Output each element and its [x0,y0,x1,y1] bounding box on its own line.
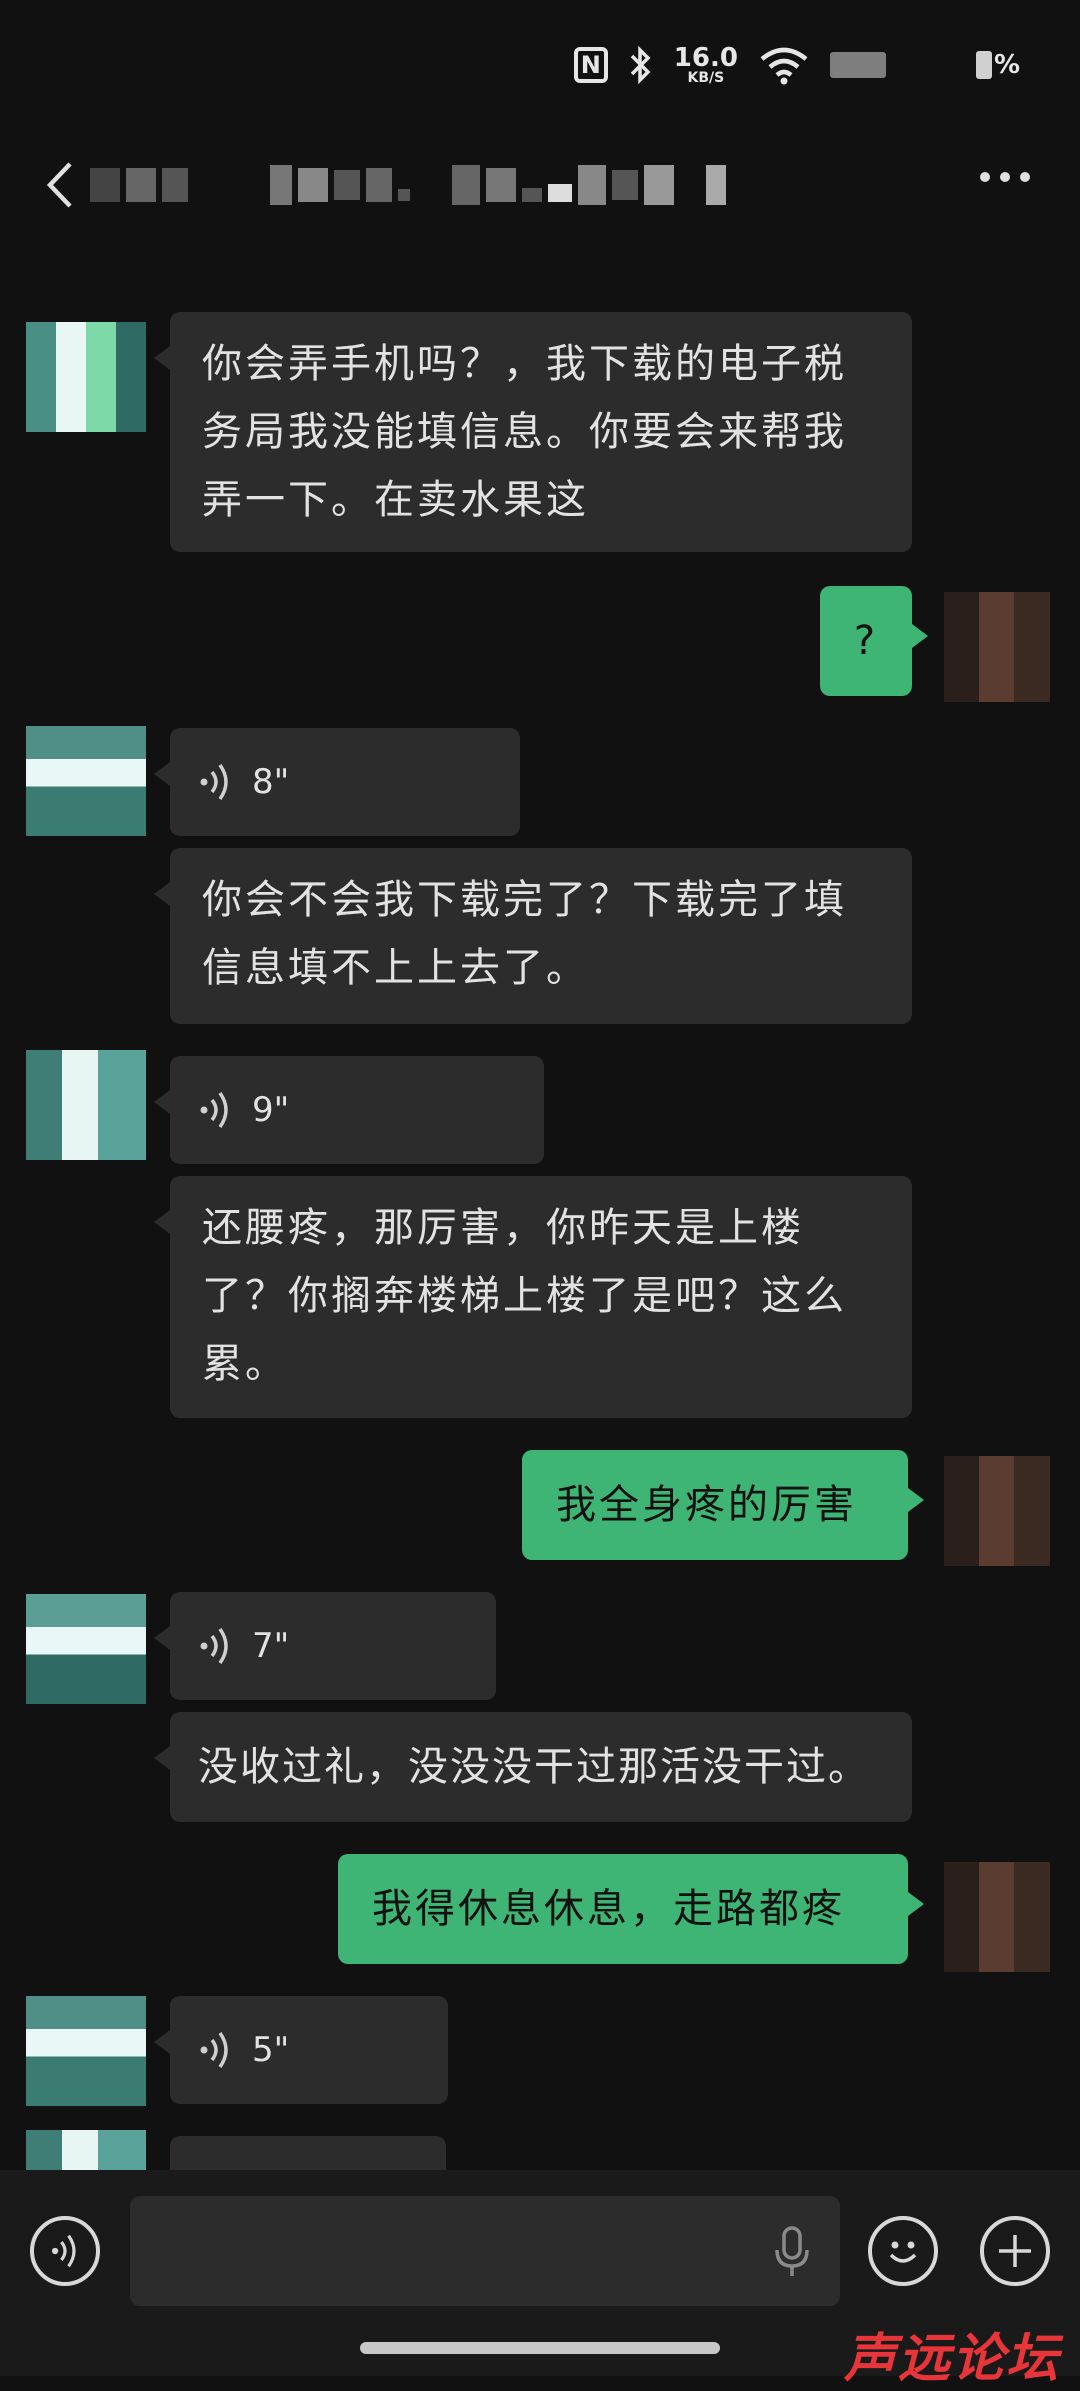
message-bubble[interactable] [154,2136,446,2194]
my-avatar[interactable] [944,1862,1050,1972]
signal-icon [829,52,886,78]
message-input[interactable] [130,2196,840,2306]
contact-avatar[interactable] [26,1594,146,1704]
voice-wave-icon [200,763,228,801]
contact-avatar[interactable] [26,1050,146,1160]
message-text: 你会弄手机吗？，我下载的电子税务局我没能填信息。你要会来帮我弄一下。在卖水果这 [202,341,847,523]
bluetooth-icon [630,45,651,85]
my-avatar[interactable] [944,1456,1050,1566]
emoji-icon[interactable] [868,2216,938,2286]
contact-avatar[interactable] [26,322,146,432]
message-bubble[interactable]: 还腰疼，那厉害，你昨天是上楼了？你搁奔楼梯上楼了是吧？这么累。 [154,1176,912,1418]
chat-header [0,140,1080,230]
message-text: 我全身疼的厉害 [556,1482,857,1528]
my-avatar[interactable] [944,592,1050,702]
voice-message[interactable]: 7" [154,1592,496,1700]
message-bubble[interactable]: ? [820,586,928,696]
status-bar: N 16.0 KB/S % [573,40,1020,90]
message-bubble[interactable]: 你会不会我下载完了？下载完了填信息填不上上去了。 [154,848,912,1024]
watermark: 声远论坛 [843,2328,1060,2389]
message-bubble[interactable]: 我得休息休息，走路都疼 [338,1854,924,1964]
message-bubble[interactable]: 你会弄手机吗？，我下载的电子税务局我没能填信息。你要会来帮我弄一下。在卖水果这 [154,312,912,552]
message-text: 还腰疼，那厉害，你昨天是上楼了？你搁奔楼梯上楼了是吧？这么累。 [202,1205,847,1387]
wifi-icon [760,47,808,85]
voice-wave-icon [200,1091,228,1129]
voice-duration: 9" [252,1090,290,1130]
voice-message[interactable]: 5" [154,1996,448,2104]
nfc-icon: N [573,47,608,83]
message-text: ? [853,618,879,664]
contact-avatar[interactable] [26,2130,146,2170]
voice-duration: 7" [252,1626,290,1666]
home-indicator[interactable] [360,2342,720,2354]
message-text: 我得休息休息，走路都疼 [372,1886,845,1932]
voice-wave-icon [200,2031,228,2069]
voice-message[interactable]: 8" [154,728,520,836]
voice-input-icon[interactable] [30,2216,100,2286]
voice-duration: 8" [252,762,290,802]
voice-message[interactable]: 9" [154,1056,544,1164]
battery-icon: % [975,50,1020,80]
contact-avatar[interactable] [26,1996,146,2106]
chevron-left-icon[interactable] [40,158,80,212]
microphone-icon[interactable] [772,2224,812,2280]
message-bubble[interactable]: 没收过礼，没没没干过那活没干过。 [154,1712,912,1822]
contact-avatar[interactable] [26,726,146,836]
plus-icon[interactable] [980,2216,1050,2286]
message-bubble[interactable]: 我全身疼的厉害 [522,1450,924,1560]
message-text: 没收过礼，没没没干过那活没干过。 [198,1744,870,1790]
more-horizontal-icon[interactable] [980,172,1030,182]
voice-wave-icon [200,1627,228,1665]
message-text: 你会不会我下载完了？下载完了填信息填不上上去了。 [202,877,847,991]
voice-duration: 5" [252,2030,290,2070]
network-speed: 16.0 KB/S [673,43,738,86]
chat-title [90,160,810,210]
